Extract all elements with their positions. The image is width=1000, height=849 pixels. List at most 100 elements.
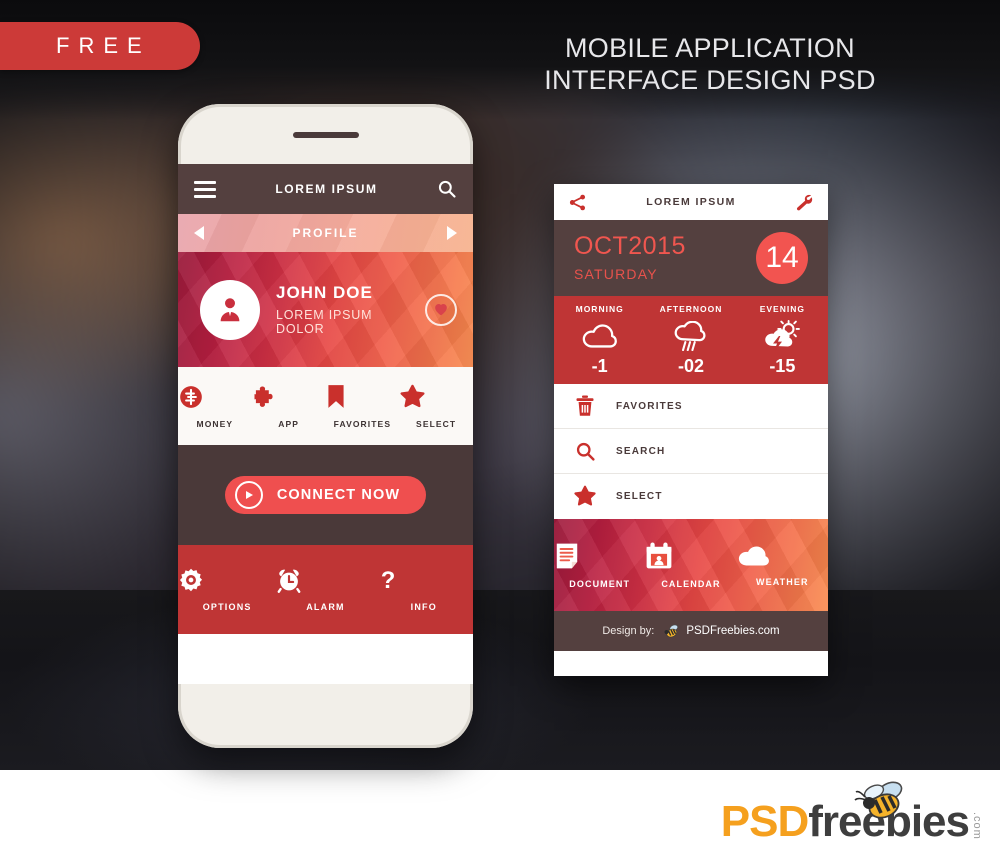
user-avatar-icon xyxy=(220,297,240,321)
calendar-date-text: OCT2015 SATURDAY xyxy=(574,232,686,283)
calendar-month-year: OCT2015 xyxy=(574,232,686,260)
profile-name: JOHN DOE xyxy=(276,283,373,302)
calendar-icon xyxy=(646,542,672,568)
list-item[interactable]: SEARCH xyxy=(554,429,828,474)
quick-action-label: SELECT xyxy=(416,418,457,429)
psdfreebies-logo: PSDfreebies .com xyxy=(720,781,983,846)
tile-label: CALENDAR xyxy=(661,578,721,589)
credit-brand: PSDFreebies.com xyxy=(686,625,780,637)
connect-section: CONNECT NOW xyxy=(178,445,473,545)
triangle-left-icon[interactable] xyxy=(194,226,204,240)
tile-calendar[interactable]: CALENDAR xyxy=(645,542,736,589)
menu-list: FAVORITES SEARCH SELECT xyxy=(554,384,828,519)
quick-action-label: MONEY xyxy=(196,418,234,429)
credit-prefix: Design by: xyxy=(602,625,655,637)
logo-part-psd: PSD xyxy=(720,797,809,846)
bottom-nav: OPTIONS ALARM ? INFO xyxy=(178,545,473,634)
logo-wordmark: PSDfreebies xyxy=(720,797,970,846)
list-item-label: SELECT xyxy=(616,491,663,502)
trash-icon xyxy=(576,395,594,416)
document-icon xyxy=(556,543,578,568)
bottom-nav-label: ALARM xyxy=(306,602,345,612)
list-item-label: SEARCH xyxy=(616,445,666,457)
profile-card-text: JOHN DOE LOREM IPSUM DOLOR xyxy=(276,283,425,336)
tile-label: WEATHER xyxy=(756,576,809,587)
share-icon[interactable] xyxy=(568,193,587,212)
weather-label: MORNING xyxy=(575,303,624,314)
connect-now-button[interactable]: CONNECT NOW xyxy=(224,476,427,514)
app-header-title: LOREM IPSUM xyxy=(275,182,378,196)
list-icon-wrap xyxy=(554,395,616,417)
weather-label: AFTERNOON xyxy=(659,303,723,314)
bee-icon xyxy=(664,624,679,638)
weather-morning: MORNING -1 xyxy=(554,304,645,377)
free-badge: FREE xyxy=(0,22,200,70)
bottom-nav-label: OPTIONS xyxy=(202,602,252,612)
calendar-day-badge: 14 xyxy=(756,232,808,284)
puzzle-piece-icon xyxy=(254,385,273,407)
list-item-label: FAVORITES xyxy=(616,400,683,412)
phone-screen: LOREM IPSUM PROFILE JOHN DOE LOREM IPSUM… xyxy=(178,164,473,684)
logo-part-com: .com xyxy=(971,812,983,840)
quick-action-label: FAVORITES xyxy=(333,418,392,429)
hamburger-icon[interactable] xyxy=(194,180,216,198)
credit-footer: Design by: PSDFreebies.com xyxy=(554,611,828,651)
profile-carousel-bar: PROFILE xyxy=(178,214,473,252)
profile-bar-label: PROFILE xyxy=(292,226,359,240)
question-mark-icon: ? xyxy=(380,567,395,593)
star-icon xyxy=(400,384,425,407)
calendar-weekday: SATURDAY xyxy=(574,266,658,282)
dollar-circle-icon xyxy=(180,385,202,408)
blurred-photo-background xyxy=(0,0,1000,770)
triangle-right-icon[interactable] xyxy=(446,226,457,240)
star-icon xyxy=(574,485,596,506)
phone-speaker xyxy=(292,132,359,138)
quick-action-favorites[interactable]: FAVORITES xyxy=(326,384,400,429)
tile-document[interactable]: DOCUMENT xyxy=(554,542,645,589)
bottom-nav-info[interactable]: ? INFO xyxy=(375,567,473,612)
quick-action-row: MONEY APP FAVORITES SELECT xyxy=(178,367,473,445)
rain-cloud-icon xyxy=(674,320,706,351)
weather-icon-wrap xyxy=(737,319,828,353)
alarm-clock-icon xyxy=(277,569,301,593)
list-icon-wrap xyxy=(554,485,616,508)
bottom-nav-label: INFO xyxy=(410,602,437,612)
app-header: LOREM IPSUM xyxy=(178,164,473,214)
tile-row: DOCUMENT CALENDAR WEATHER xyxy=(554,519,828,611)
background-dark-band xyxy=(0,590,1000,770)
search-icon[interactable] xyxy=(437,179,457,199)
secondary-header-title: LOREM IPSUM xyxy=(646,196,736,208)
calendar-panel: OCT2015 SATURDAY 14 xyxy=(554,220,828,296)
poster-canvas: PSDfreebies .com FREE MOBILE APPLICATION… xyxy=(0,0,1000,849)
weather-value: -15 xyxy=(769,355,796,376)
tile-weather[interactable]: WEATHER xyxy=(737,544,828,587)
headline-line-1: MOBILE APPLICATION xyxy=(565,33,855,63)
weather-icon-wrap xyxy=(554,319,645,353)
search-icon xyxy=(576,442,595,461)
phone-mockup: LOREM IPSUM PROFILE JOHN DOE LOREM IPSUM… xyxy=(178,104,473,748)
quick-action-select[interactable]: SELECT xyxy=(399,384,473,429)
weather-afternoon: AFTERNOON -02 xyxy=(645,304,736,377)
list-item[interactable]: SELECT xyxy=(554,474,828,519)
quick-action-label: APP xyxy=(278,418,300,429)
weather-evening: EVENING -15 xyxy=(737,304,828,377)
bee-icon xyxy=(854,781,903,819)
quick-action-money[interactable]: MONEY xyxy=(178,384,252,429)
free-badge-label: FREE xyxy=(56,33,151,58)
profile-card: JOHN DOE LOREM IPSUM DOLOR xyxy=(178,252,473,367)
bottom-nav-options[interactable]: OPTIONS xyxy=(178,567,276,612)
bottom-nav-alarm[interactable]: ALARM xyxy=(276,567,374,612)
headline-line-2: INTERFACE DESIGN PSD xyxy=(544,64,876,95)
heart-icon[interactable] xyxy=(425,293,457,326)
cloud-icon xyxy=(738,546,769,565)
secondary-screen: LOREM IPSUM OCT2015 SATURDAY 14 MORNING … xyxy=(554,184,828,676)
wrench-icon[interactable] xyxy=(795,193,814,212)
heart-glyph xyxy=(435,303,447,316)
connect-now-label: CONNECT NOW xyxy=(276,487,401,503)
page-title: MOBILE APPLICATION INTERFACE DESIGN PSD xyxy=(500,33,920,97)
list-item[interactable]: FAVORITES xyxy=(554,384,828,429)
weather-value: -02 xyxy=(677,355,704,376)
cloud-icon xyxy=(582,324,617,348)
quick-action-app[interactable]: APP xyxy=(252,384,326,429)
bookmark-icon xyxy=(327,384,344,408)
